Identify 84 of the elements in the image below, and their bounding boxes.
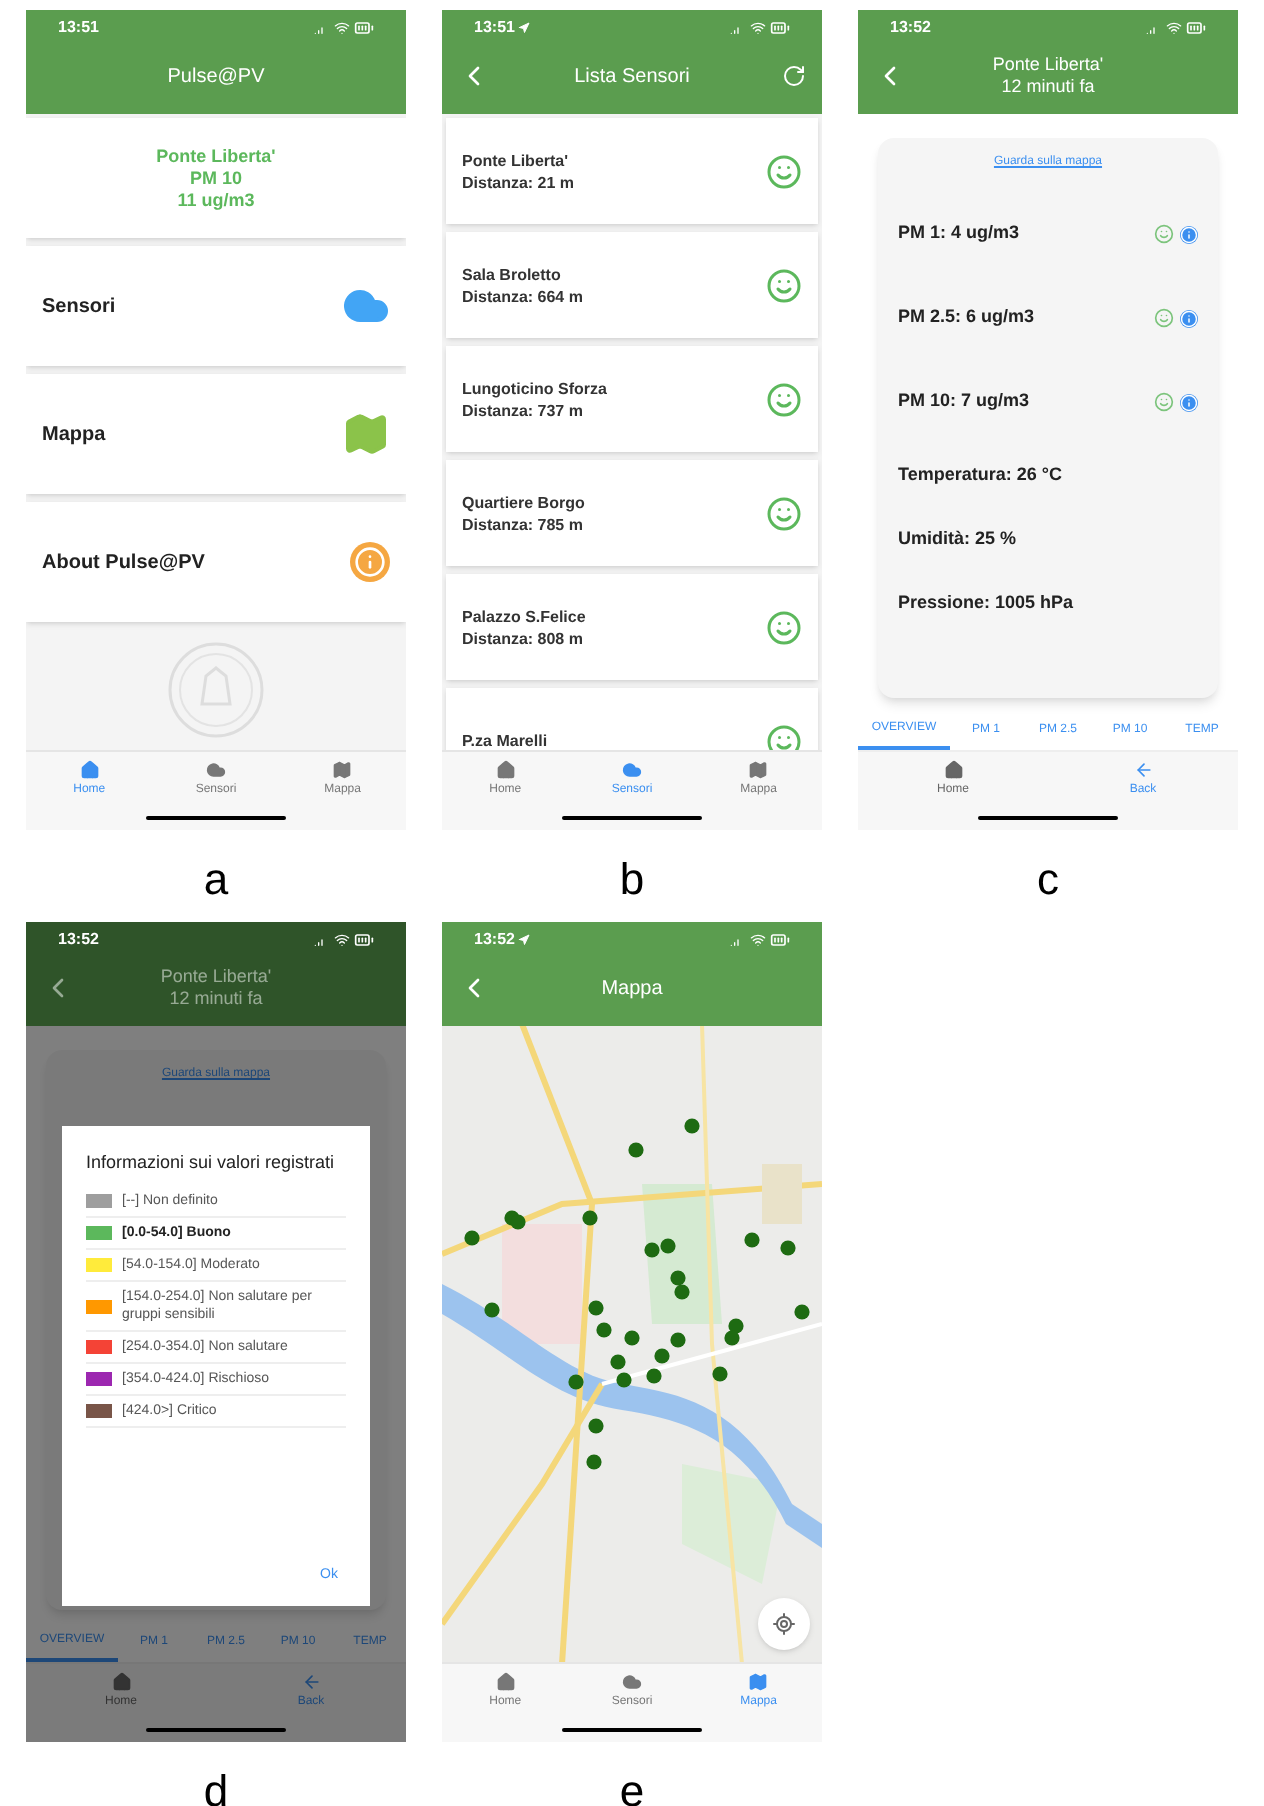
smile-icon [766,495,802,531]
arrow-left-icon [301,1672,321,1692]
info-icon [350,542,390,582]
arrow-left-icon [1133,760,1153,780]
home-icon [111,1672,131,1692]
menu-card[interactable]: Mappa [26,374,406,494]
battery-icon [770,930,790,950]
figure-label: d [203,1766,229,1806]
status-time: 13:52 [474,928,515,952]
screen-title: Ponte Liberta' [160,966,272,988]
home-indicator [146,1728,286,1732]
battery-icon [1186,18,1206,38]
smile-icon [1154,224,1174,244]
info-button[interactable] [1180,309,1198,327]
status-time: 13:52 [890,16,931,40]
dialog-title: Informazioni sui valori registrati [86,1150,337,1174]
screen-title: Ponte Liberta' [992,54,1104,76]
figure-label: a [203,854,229,906]
map-icon [748,760,769,780]
smile-icon [766,267,802,303]
sensor-card[interactable]: Quartiere Borgo Distanza: 785 m [446,460,818,566]
status-time: 13:51 [58,16,99,40]
home-icon [495,760,516,780]
wifi-icon [750,20,766,36]
home-icon [79,760,100,780]
sensor-card[interactable]: P.za Marelli [446,688,818,750]
home-icon [943,760,963,780]
wifi-icon [334,20,350,36]
reading-text: PM 2.5: 6 ug/m3 [898,304,1035,331]
refresh-button[interactable] [782,64,806,88]
screen-title: Lista Sensori [574,63,690,91]
sensor-card[interactable]: Sala Broletto Distanza: 664 m [446,232,818,338]
highlight-text: PM 10 [189,167,242,189]
sensor-card[interactable]: Lungoticino Sforza Distanza: 737 m [446,346,818,452]
screen-subtitle: 12 minuti fa [169,988,263,1010]
home-indicator [562,1728,702,1732]
battery-icon [354,930,374,950]
home-icon [495,1672,516,1692]
battery-icon [354,18,374,38]
reading-text: PM 1: 4 ug/m3 [898,220,1020,247]
info-button[interactable] [1180,393,1198,411]
home-indicator [146,816,286,820]
wifi-icon [750,932,766,948]
screen-title: Mappa [601,975,663,1003]
refresh-icon [782,64,806,88]
locate-icon [772,1612,796,1636]
menu-card[interactable]: About Pulse@PV [26,502,406,622]
smile-icon [766,153,802,189]
battery-icon [770,18,790,38]
map-icon [332,760,353,780]
figure-label: c [1037,854,1059,906]
info-icon [1180,309,1198,327]
menu-card[interactable]: Sensori [26,246,406,366]
reading-text: Pressione: 1005 hPa [898,590,1074,617]
smile-icon [766,723,802,750]
wifi-icon [334,932,350,948]
map-icon [342,410,390,458]
reading-text: PM 10: 7 ug/m3 [898,388,1030,415]
info-icon [1180,393,1198,411]
screen-title: Pulse@PV [167,63,265,91]
info-icon [1180,225,1198,243]
figure-label: e [619,1766,645,1806]
map-icon [748,1672,769,1692]
reading-text: Temperatura: 26 °C [898,462,1062,489]
status-time: 13:52 [58,928,99,952]
highlight-text: Ponte Liberta' [156,145,276,167]
smile-icon [1154,308,1174,328]
status-time: 13:51 [474,16,515,40]
smile-icon [766,381,802,417]
figure-label: b [619,854,645,906]
cloud-icon [621,760,642,780]
wifi-icon [1166,20,1182,36]
home-indicator [978,816,1118,820]
sensor-card[interactable]: Palazzo S.Felice Distanza: 808 m [446,574,818,680]
screen-subtitle: 12 minuti fa [1001,76,1095,98]
reading-text: Umidità: 25 % [898,526,1017,553]
cloud-icon [205,760,226,780]
sensor-card[interactable]: Ponte Liberta' Distanza: 21 m [446,118,818,224]
smile-icon [1154,392,1174,412]
info-button[interactable] [1180,225,1198,243]
smile-icon [766,609,802,645]
highlight-text: 11 ug/m3 [177,189,255,211]
cloud-icon [621,1672,642,1692]
home-indicator [562,816,702,820]
